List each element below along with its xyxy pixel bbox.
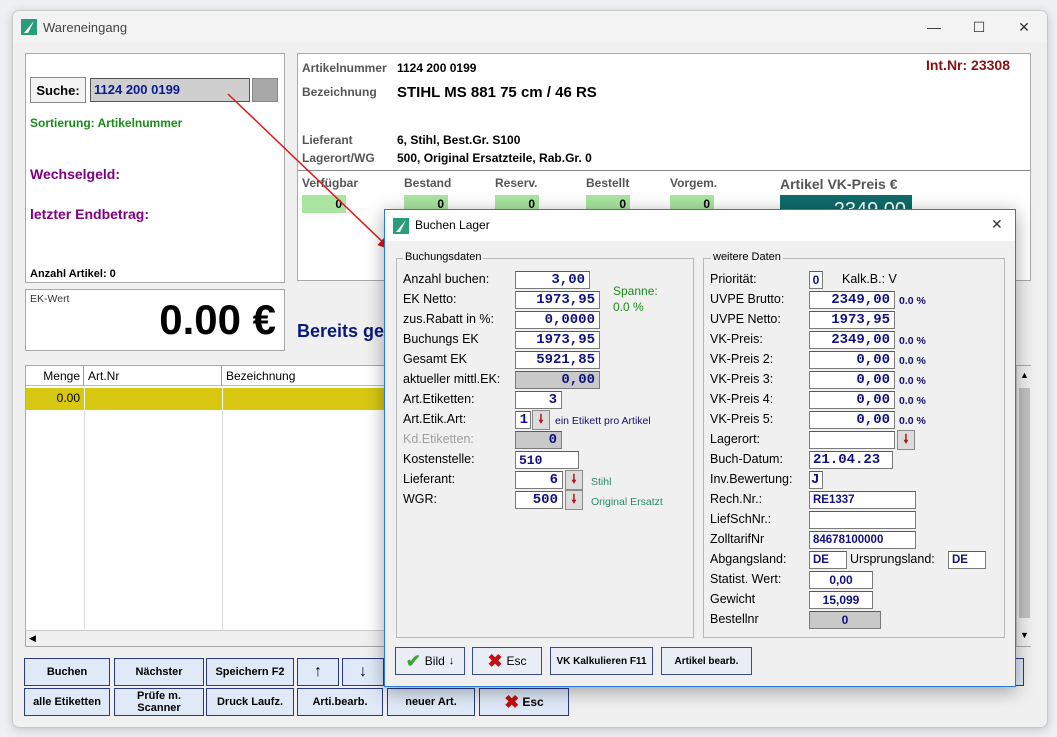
statistical-value-input[interactable]: 0,00	[809, 571, 873, 589]
label-type-hint: ein Etikett pro Artikel	[555, 415, 651, 427]
storage-location-label: Lagerort:	[710, 432, 761, 446]
vk-price-2-input[interactable]: 0,00	[809, 351, 895, 369]
kalk-basis-label: Kalk.B.: V	[842, 272, 897, 286]
tariff-nr-input[interactable]: 84678100000	[809, 531, 916, 549]
checkmark-icon: ✔	[405, 650, 421, 671]
booking-dialog: Buchen Lager ✕ Buchungsdaten Anzahl buch…	[384, 209, 1016, 687]
vk-price-5-label: VK-Preis 5:	[710, 412, 774, 426]
discount-input[interactable]: 0,0000	[515, 311, 600, 329]
label-type-dropdown-icon[interactable]: 🠗	[532, 410, 550, 430]
product-group-dropdown-icon[interactable]: 🠗	[565, 490, 583, 510]
vk-price-3-pct: 0.0 %	[899, 375, 926, 387]
uvpe-gross-label: UVPE Brutto:	[710, 292, 785, 306]
statistical-value-label: Statist. Wert:	[710, 572, 782, 586]
vk-price-4-input[interactable]: 0,00	[809, 391, 895, 409]
delivery-note-input[interactable]	[809, 511, 916, 529]
storage-location-input[interactable]	[809, 431, 895, 449]
avg-ek-label: aktueller mittl.EK:	[403, 372, 501, 386]
supplier-hint: Stihl	[591, 476, 612, 488]
cancel-x-icon: ✖	[487, 650, 503, 671]
order-nr-label: Bestellnr	[710, 612, 759, 626]
image-button[interactable]: ✔ Bild ↓	[395, 647, 465, 675]
vk-price-4-label: VK-Preis 4:	[710, 392, 774, 406]
total-ek-input[interactable]: 5921,85	[515, 351, 600, 369]
vk-price-2-label: VK-Preis 2:	[710, 352, 774, 366]
dialog-logo-icon	[393, 218, 409, 234]
uvpe-gross-input[interactable]: 2349,00	[809, 291, 895, 309]
vk-price-pct: 0.0 %	[899, 335, 926, 347]
label-type-label: Art.Etik.Art:	[403, 412, 467, 426]
vk-price-3-label: VK-Preis 3:	[710, 372, 774, 386]
ek-net-input[interactable]: 1973,95	[515, 291, 600, 309]
supplier-dropdown-icon[interactable]: 🠗	[565, 470, 583, 490]
vk-price-5-input[interactable]: 0,00	[809, 411, 895, 429]
dialog-close-button[interactable]: ✕	[991, 216, 1003, 233]
weight-input[interactable]: 15,099	[809, 591, 873, 609]
invoice-nr-label: Rech.Nr.:	[710, 492, 763, 506]
art-labels-label: Art.Etiketten:	[403, 392, 475, 406]
qty-label: Anzahl buchen:	[403, 272, 490, 286]
vk-price-2-pct: 0.0 %	[899, 355, 926, 367]
priority-label: Priorität:	[710, 272, 757, 286]
origin-country-label: Ursprungsland:	[850, 552, 935, 566]
qty-input[interactable]: 3,00	[515, 271, 590, 289]
booking-ek-label: Buchungs EK	[403, 332, 479, 346]
further-data-caption: weitere Daten	[711, 251, 783, 263]
departure-country-label: Abgangsland:	[710, 552, 787, 566]
order-nr-value: 0	[809, 611, 881, 629]
customer-labels-value: 0	[515, 431, 562, 449]
vk-price-5-pct: 0.0 %	[899, 415, 926, 427]
vk-price-3-input[interactable]: 0,00	[809, 371, 895, 389]
vk-price-4-pct: 0.0 %	[899, 395, 926, 407]
origin-country-input[interactable]: DE	[948, 551, 986, 569]
departure-country-input[interactable]: DE	[809, 551, 847, 569]
arrow-down-small-icon: ↓	[448, 655, 455, 667]
dialog-title-bar: Buchen Lager ✕	[385, 210, 1015, 241]
uvpe-net-label: UVPE Netto:	[710, 312, 781, 326]
uvpe-gross-pct: 0.0 %	[899, 295, 926, 307]
tariff-nr-label: ZolltarifNr	[710, 532, 765, 546]
cost-center-input[interactable]: 510	[515, 451, 579, 469]
booking-data-caption: Buchungsdaten	[403, 251, 484, 263]
label-type-input[interactable]: 1	[515, 411, 531, 429]
vk-price-label: VK-Preis:	[710, 332, 763, 346]
priority-input[interactable]: 0	[809, 271, 823, 289]
product-group-input[interactable]: 500	[515, 491, 563, 509]
art-labels-input[interactable]: 3	[515, 391, 562, 409]
product-group-label: WGR:	[403, 492, 438, 506]
discount-label: zus.Rabatt in %:	[403, 312, 495, 326]
vk-price-input[interactable]: 2349,00	[809, 331, 895, 349]
edit-article-dialog-button[interactable]: Artikel bearb.	[661, 647, 752, 675]
delivery-note-label: LiefSchNr.:	[710, 512, 772, 526]
booking-ek-input[interactable]: 1973,95	[515, 331, 600, 349]
supplier-field-label: Lieferant:	[403, 472, 456, 486]
product-group-hint: Original Ersatzt	[591, 496, 663, 508]
total-ek-label: Gesamt EK	[403, 352, 467, 366]
margin-value: 0.0 %	[613, 300, 644, 314]
storage-location-dropdown-icon[interactable]: 🠗	[897, 430, 915, 450]
customer-labels-label: Kd.Etiketten:	[403, 432, 474, 446]
esc-button[interactable]: ✖ Esc	[472, 647, 542, 675]
booking-date-input[interactable]: 21.04.23	[809, 451, 893, 469]
invoice-nr-input[interactable]: RE1337	[809, 491, 916, 509]
avg-ek-value: 0,00	[515, 371, 600, 389]
supplier-input[interactable]: 6	[515, 471, 563, 489]
ek-net-label: EK Netto:	[403, 292, 457, 306]
uvpe-net-input[interactable]: 1973,95	[809, 311, 895, 329]
cost-center-label: Kostenstelle:	[403, 452, 475, 466]
inventory-valuation-label: Inv.Bewertung:	[710, 472, 793, 486]
booking-date-label: Buch-Datum:	[710, 452, 783, 466]
weight-label: Gewicht	[710, 592, 756, 606]
inventory-valuation-input[interactable]: J	[809, 471, 823, 489]
calculate-vk-button[interactable]: VK Kalkulieren F11	[550, 647, 653, 675]
margin-label: Spanne:	[613, 284, 658, 298]
dialog-title: Buchen Lager	[415, 218, 490, 232]
